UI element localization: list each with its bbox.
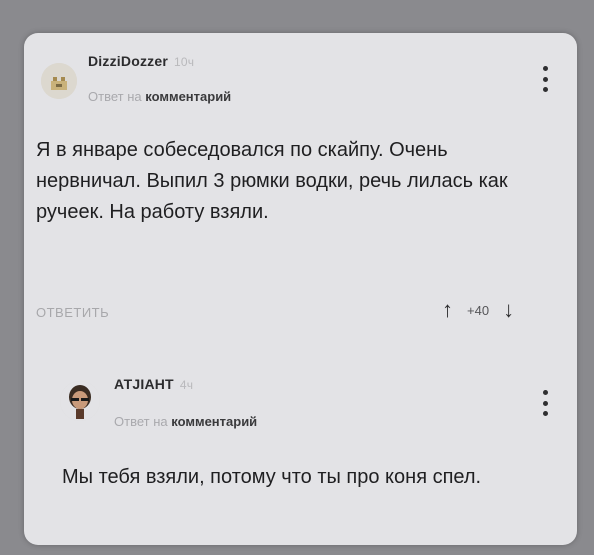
username-text: DizziDozzer (88, 53, 168, 69)
reply-to-link[interactable]: Ответ на комментарий (114, 414, 257, 429)
comment-thread-card: DizziDozzer 10ч Ответ на комментарий Я в … (24, 33, 577, 545)
username-text: АТЈІАНТ (114, 376, 174, 392)
comment-text: Я в январе собеседовался по скайпу. Очен… (36, 139, 508, 223)
reply-button[interactable]: ОТВЕТИТЬ (36, 305, 109, 320)
user-avatar[interactable] (60, 381, 100, 421)
reply-target: комментарий (171, 414, 258, 429)
comment-text: Мы тебя взяли, потому что ты про коня сп… (62, 466, 482, 488)
comment-author[interactable]: АТЈІАНТ 4ч (114, 376, 193, 392)
more-options-icon[interactable] (542, 66, 548, 92)
reply-target: комментарий (145, 89, 232, 104)
reply-to-link[interactable]: Ответ на комментарий (88, 89, 231, 104)
comment-time: 4ч (179, 378, 194, 392)
vote-controls: ↑ +40 ↓ (442, 299, 514, 321)
reply-prefix: Ответ на (88, 89, 142, 104)
vote-score: +40 (467, 302, 490, 318)
more-options-icon[interactable] (542, 390, 548, 416)
comment-time: 10ч (174, 55, 195, 69)
arrow-up-icon[interactable]: ↑ (442, 299, 453, 321)
arrow-down-icon[interactable]: ↓ (503, 299, 514, 321)
reply-prefix: Ответ на (114, 414, 168, 429)
user-avatar[interactable] (41, 63, 77, 99)
comment-author[interactable]: DizziDozzer 10ч (88, 53, 194, 69)
